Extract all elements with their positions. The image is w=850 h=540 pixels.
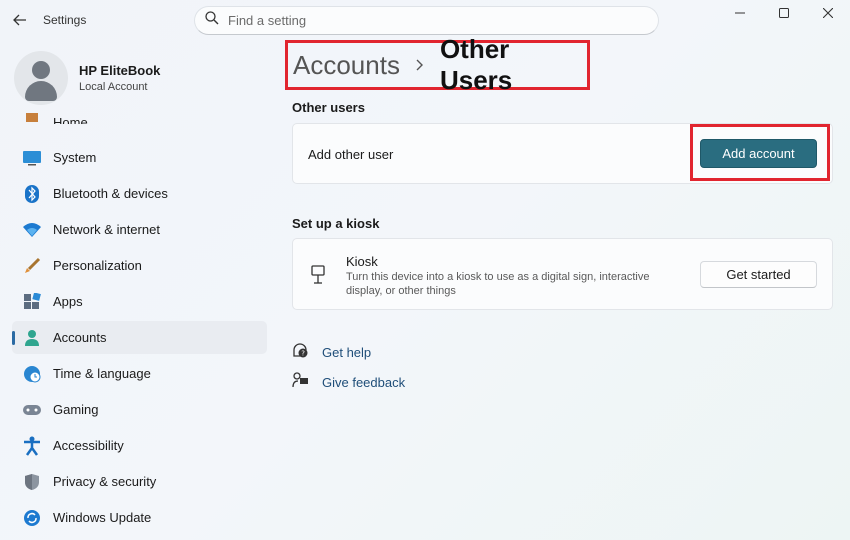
search-box[interactable]	[194, 6, 659, 35]
maximize-icon[interactable]	[762, 0, 806, 26]
search-input[interactable]	[228, 13, 628, 28]
home-icon	[22, 108, 42, 124]
sidebar-item-system[interactable]: System	[12, 141, 267, 174]
globe-clock-icon	[22, 364, 42, 384]
avatar	[14, 51, 68, 105]
update-icon	[22, 508, 42, 528]
breadcrumb: Accounts Other Users	[285, 34, 590, 95]
kiosk-title: Kiosk	[346, 254, 378, 269]
gamepad-icon	[22, 400, 42, 420]
close-icon[interactable]	[806, 0, 850, 26]
sidebar-item-time-language[interactable]: Time & language	[12, 357, 267, 390]
page-title: Other Users	[439, 34, 513, 95]
sidebar-item-windows-update[interactable]: Windows Update	[12, 501, 267, 534]
sidebar-item-privacy[interactable]: Privacy & security	[12, 465, 267, 498]
wifi-icon	[22, 220, 42, 240]
sidebar-item-bluetooth[interactable]: Bluetooth & devices	[12, 177, 267, 210]
bluetooth-icon	[22, 184, 42, 204]
accessibility-icon	[22, 436, 42, 456]
add-other-user-label: Add other user	[308, 147, 394, 162]
chevron-right-icon	[416, 59, 424, 71]
sidebar-item-apps[interactable]: Apps	[12, 285, 267, 318]
give-feedback-link[interactable]: Give feedback	[292, 372, 405, 393]
sidebar-item-gaming[interactable]: Gaming	[12, 393, 267, 426]
user-profile[interactable]: HP EliteBook Local Account	[14, 50, 160, 106]
window-controls	[718, 0, 850, 26]
sidebar-nav: Home System Bluetooth & devices Network …	[12, 108, 267, 540]
system-icon	[22, 148, 42, 168]
kiosk-icon	[310, 265, 326, 290]
back-arrow-icon[interactable]	[9, 9, 31, 31]
breadcrumb-parent[interactable]: Accounts	[293, 50, 400, 81]
add-account-button[interactable]: Add account	[700, 139, 817, 168]
sidebar-item-personalization[interactable]: Personalization	[12, 249, 267, 282]
profile-name: HP EliteBook	[79, 63, 161, 78]
apps-icon	[22, 292, 42, 312]
svg-text:?: ?	[301, 350, 305, 358]
section-title-other-users: Other users	[292, 100, 365, 115]
accounts-icon	[22, 328, 42, 348]
shield-icon	[22, 472, 42, 492]
sidebar-item-home[interactable]: Home	[12, 108, 267, 124]
sidebar-item-accessibility[interactable]: Accessibility	[12, 429, 267, 462]
search-icon	[205, 11, 219, 30]
feedback-icon	[292, 372, 308, 393]
sidebar-item-accounts[interactable]: Accounts	[12, 321, 267, 354]
get-help-link[interactable]: ? Get help	[292, 342, 371, 363]
kiosk-description: Turn this device into a kiosk to use as …	[346, 271, 650, 297]
minimize-icon[interactable]	[718, 0, 762, 26]
brush-icon	[22, 256, 42, 276]
app-title: Settings	[43, 13, 87, 27]
sidebar-item-network[interactable]: Network & internet	[12, 213, 267, 246]
section-title-kiosk: Set up a kiosk	[292, 216, 380, 231]
help-icon: ?	[292, 342, 308, 363]
get-started-button[interactable]: Get started	[700, 261, 817, 288]
profile-account-type: Local Account	[79, 81, 148, 93]
